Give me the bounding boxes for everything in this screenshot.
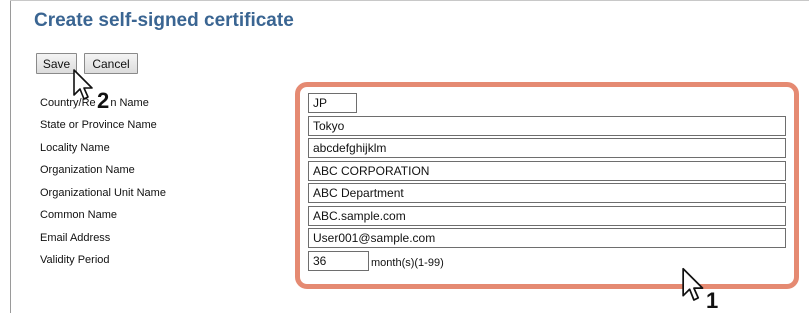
- validity-period-label: Validity Period: [40, 254, 110, 266]
- window-border-top: [10, 0, 809, 1]
- email-field[interactable]: User001@sample.com: [308, 228, 786, 248]
- save-button[interactable]: Save: [36, 53, 77, 74]
- page-title: Create self-signed certificate: [34, 10, 294, 31]
- locality-field[interactable]: abcdefghijklm: [308, 138, 786, 158]
- cancel-button[interactable]: Cancel: [84, 53, 138, 74]
- common-name-field[interactable]: ABC.sample.com: [308, 206, 786, 226]
- mouse-pointer-icon: [682, 267, 704, 301]
- state-label: State or Province Name: [40, 119, 157, 131]
- common-name-label: Common Name: [40, 209, 118, 221]
- validity-period-field[interactable]: 36: [308, 251, 369, 271]
- organization-field[interactable]: ABC CORPORATION: [308, 161, 786, 181]
- callout-number-2: 2: [96, 88, 111, 113]
- organization-label: Organization Name: [40, 164, 135, 176]
- validity-unit-text: month(s)(1-99): [371, 257, 444, 269]
- callout-number-1: 1: [706, 288, 719, 313]
- email-label: Email Address: [40, 232, 111, 244]
- window-border-left: [10, 0, 11, 313]
- country-field[interactable]: JP: [308, 93, 357, 113]
- organizational-unit-label: Organizational Unit Name: [40, 187, 166, 199]
- organizational-unit-field[interactable]: ABC Department: [308, 183, 786, 203]
- state-field[interactable]: Tokyo: [308, 116, 786, 136]
- locality-label: Locality Name: [40, 142, 110, 154]
- country-label: Country/Region Name: [40, 97, 149, 109]
